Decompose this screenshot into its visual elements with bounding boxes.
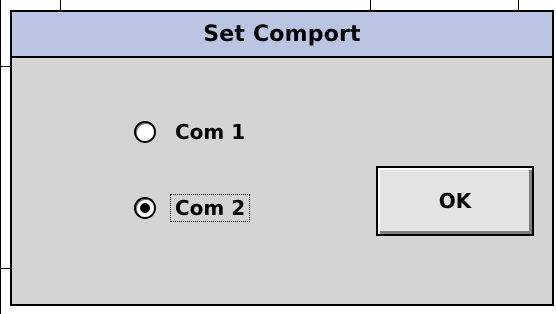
background-window-edge: [0, 268, 10, 269]
radio-label-com2[interactable]: Com 2: [170, 194, 251, 222]
radio-selected-dot: [140, 203, 150, 213]
background-window-edge: [370, 0, 371, 10]
ok-button-label: OK: [438, 189, 472, 213]
background-window-edge: [0, 66, 10, 67]
radio-option-com2[interactable]: Com 2: [134, 194, 251, 222]
radio-label-com1[interactable]: Com 1: [170, 118, 250, 146]
dialog-title-bar[interactable]: Set Comport: [12, 12, 552, 58]
radio-button-com2[interactable]: [134, 197, 156, 219]
set-comport-dialog: Set Comport Com 1 Com 2 OK: [10, 10, 554, 306]
ok-button[interactable]: OK: [376, 166, 534, 236]
radio-button-com1[interactable]: [134, 121, 156, 143]
radio-option-com1[interactable]: Com 1: [134, 118, 250, 146]
background-window-edge: [0, 0, 1, 314]
background-window-edge: [60, 0, 61, 10]
dialog-title: Set Comport: [203, 21, 361, 47]
background-window-edge: [518, 0, 519, 10]
